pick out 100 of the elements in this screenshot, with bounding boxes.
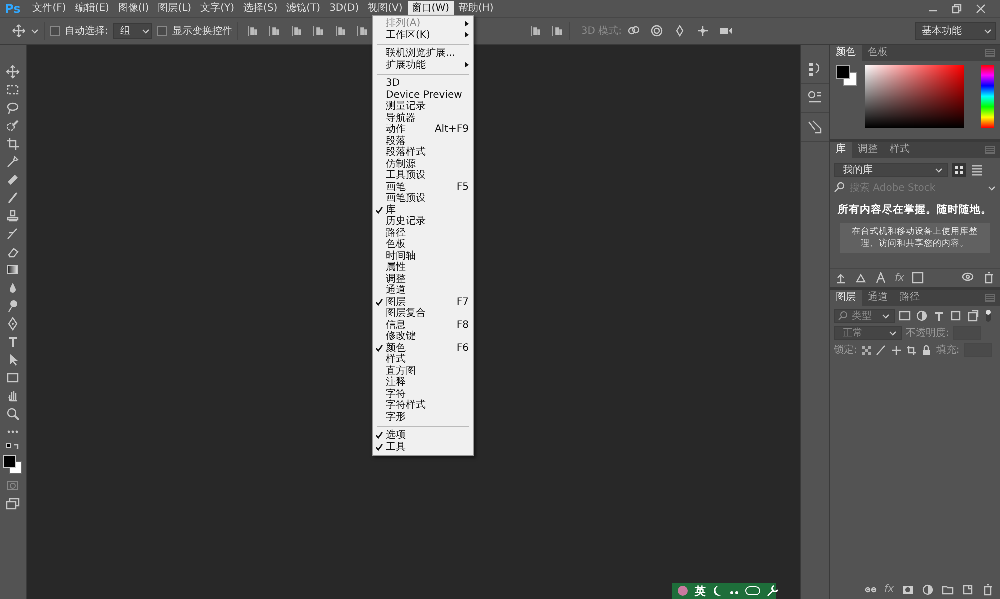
menu-item[interactable]: 测量记录 [373, 101, 473, 112]
roll-icon[interactable] [650, 24, 664, 38]
move-tool-icon[interactable] [6, 65, 20, 79]
menu-item[interactable]: 视图(V) [364, 1, 407, 16]
menu-item[interactable]: 字符 [373, 388, 473, 400]
panel-tab[interactable]: 调整 [852, 142, 884, 158]
slide-icon[interactable] [696, 24, 710, 38]
menu-item[interactable]: 选择(S) [239, 1, 282, 16]
caret-icon[interactable] [889, 330, 897, 336]
grid-view-icon[interactable] [952, 163, 966, 177]
lock-icon[interactable] [921, 344, 932, 356]
menu-item[interactable]: 扩展功能 [373, 60, 473, 71]
pen-icon[interactable] [6, 317, 20, 331]
hand-icon[interactable] [6, 389, 20, 403]
panel-tab[interactable]: 图层 [830, 290, 862, 306]
shape-filter-icon[interactable] [950, 310, 962, 322]
smart-object-filter-icon[interactable] [967, 310, 979, 322]
zoom-icon[interactable] [6, 407, 20, 421]
trash-icon[interactable] [983, 272, 995, 284]
panel-tab[interactable]: 通道 [862, 290, 894, 306]
menu-item[interactable]: 颜色 F6 [373, 342, 473, 354]
menu-item[interactable]: 路径 [373, 228, 473, 239]
menu-item[interactable]: 工具预设 [373, 170, 473, 182]
menu-item[interactable]: 工具 [373, 442, 473, 453]
color-swatches-icon[interactable] [3, 455, 23, 475]
close-icon[interactable] [976, 4, 986, 14]
menu-item[interactable]: 图层复合 [373, 308, 473, 320]
menu-item[interactable]: 段落样式 [373, 147, 473, 158]
quick-selection-icon[interactable] [6, 119, 20, 133]
menu-item[interactable]: 色板 [373, 239, 473, 250]
list-view-icon[interactable] [970, 163, 984, 177]
crop-icon[interactable] [6, 137, 20, 151]
library-dropdown[interactable]: 我的库 [834, 163, 948, 177]
caret-icon[interactable] [988, 184, 996, 192]
menu-item[interactable]: 图层(L) [154, 1, 196, 16]
menu-item[interactable]: 文件(F) [28, 1, 70, 16]
align-icon[interactable] [313, 25, 326, 37]
auto-select-dropdown[interactable]: 组 [113, 23, 152, 39]
panel-tab[interactable]: 色板 [862, 45, 894, 61]
lock-move-icon[interactable] [891, 344, 902, 356]
menu-item[interactable]: 编辑(E) [71, 1, 114, 16]
panel-tab[interactable]: 库 [830, 142, 852, 158]
menu-item[interactable]: 窗口(W) [408, 1, 454, 16]
menu-item[interactable]: 选项 [373, 430, 473, 442]
caret-icon[interactable] [935, 166, 943, 174]
workspace-dropdown[interactable]: 基本功能 [915, 22, 996, 40]
gradient-icon[interactable] [6, 263, 20, 277]
menu-item[interactable]: 文字(Y) [196, 1, 238, 16]
menu-item[interactable]: 3D [373, 78, 473, 90]
menu-item[interactable]: 段落 [373, 136, 473, 147]
menu-item[interactable]: 直方图 [373, 366, 473, 377]
panel-tab[interactable]: 样式 [884, 142, 916, 158]
adjustment-layer-icon[interactable] [922, 584, 934, 596]
swap-colors-icon[interactable] [6, 443, 20, 451]
align-icon[interactable] [335, 25, 348, 37]
lock-pixels-icon[interactable] [861, 344, 872, 356]
panel-tab[interactable]: 颜色 [830, 45, 862, 61]
screen-mode-icon[interactable] [6, 497, 20, 511]
lasso-icon[interactable] [6, 101, 20, 115]
caret-icon[interactable] [142, 28, 150, 34]
menu-item[interactable]: 属性 [373, 262, 473, 274]
menu-item[interactable]: 帮助(H) [454, 1, 498, 16]
menu-item[interactable]: 滤镜(T) [282, 1, 325, 16]
ime-language-toggle[interactable]: 英 [695, 584, 706, 598]
upload-icon[interactable] [835, 272, 847, 284]
menu-item[interactable]: 联机浏览扩展... [373, 48, 473, 60]
align-icon[interactable] [357, 25, 370, 37]
moon-icon[interactable] [711, 584, 723, 598]
brush-icon[interactable] [6, 191, 20, 205]
folder-icon[interactable] [942, 584, 954, 596]
rectangle-icon[interactable] [6, 371, 20, 385]
menu-item[interactable]: 工作区(K) [373, 30, 473, 41]
menu-item[interactable]: 信息 F8 [373, 320, 473, 331]
stamp-icon[interactable] [6, 209, 20, 223]
caret-icon[interactable] [882, 312, 890, 320]
new-layer-icon[interactable] [962, 584, 974, 596]
wrench-icon[interactable] [766, 584, 780, 598]
menu-item[interactable]: 字形 [373, 412, 473, 423]
menu-item[interactable]: 导航器 [373, 112, 473, 124]
checkbox[interactable] [157, 26, 168, 36]
caret-icon[interactable] [984, 28, 992, 34]
menu-item[interactable]: 时间轴 [373, 250, 473, 262]
search-icon[interactable] [838, 311, 848, 321]
menu-item[interactable]: 画笔预设 [373, 193, 473, 204]
lock-brush-icon[interactable] [876, 344, 888, 356]
image-filter-icon[interactable] [899, 310, 911, 322]
checkbox[interactable] [50, 26, 60, 36]
menu-item[interactable]: 仿制源 [373, 158, 473, 170]
align-icon[interactable] [269, 25, 282, 37]
menu-item[interactable]: 动作 Alt+F9 [373, 124, 473, 136]
menu-item[interactable]: 图层 F7 [373, 296, 473, 308]
menu-item[interactable]: 图像(I) [114, 1, 154, 16]
menu-item[interactable]: 3D(D) [326, 1, 364, 16]
move-tool-icon[interactable] [12, 24, 26, 38]
search-icon[interactable] [834, 182, 846, 194]
color-field[interactable] [865, 65, 964, 128]
menu-item[interactable]: 样式 [373, 354, 473, 366]
trash-icon[interactable] [982, 584, 994, 596]
panel-tab[interactable]: 路径 [894, 290, 926, 306]
filter-toggle-icon[interactable] [984, 309, 992, 323]
